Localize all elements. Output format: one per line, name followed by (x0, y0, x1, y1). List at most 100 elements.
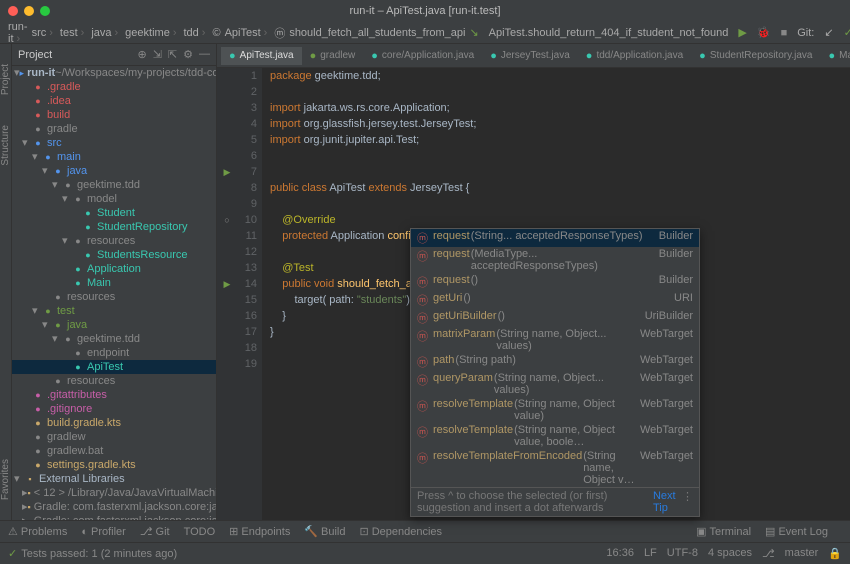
debug-button[interactable]: 🐞 (757, 26, 771, 39)
tree-item[interactable]: ▸▪Gradle: com.fasterxml.jackson.core:jac… (12, 514, 216, 520)
tree-item[interactable]: ●gradlew (12, 430, 216, 444)
indent[interactable]: 4 spaces (708, 547, 752, 560)
target-icon[interactable]: ⊕ (137, 48, 146, 61)
breadcrumb-part[interactable]: java (91, 27, 121, 39)
run-button[interactable]: ▶ (738, 26, 746, 39)
hide-icon[interactable]: — (199, 48, 210, 61)
override-icon[interactable]: ○ (217, 212, 237, 228)
popup-menu-icon[interactable]: ⋮ (682, 490, 693, 514)
tree-item[interactable]: ●Main (12, 276, 216, 290)
breadcrumb-part[interactable]: tdd (183, 27, 208, 39)
tree-item[interactable]: ●.gitattributes (12, 388, 216, 402)
tree-item[interactable]: ●build.gradle.kts (12, 416, 216, 430)
collapse-icon[interactable]: ⇲ (153, 48, 162, 61)
tree-item[interactable]: ●gradle (12, 122, 216, 136)
tool-profiler[interactable]: ◐Profiler (81, 526, 126, 538)
tree-item[interactable]: ●Student (12, 206, 216, 220)
completion-item[interactable]: ⓜresolveTemplate(String name, Object val… (411, 397, 699, 423)
method-icon: ⓜ (417, 424, 428, 448)
tree-item[interactable]: ●resources (12, 374, 216, 388)
zoom-icon[interactable] (40, 6, 50, 16)
completion-item[interactable]: ⓜqueryParam(String name, Object... value… (411, 371, 699, 397)
tool-todo[interactable]: TODO (184, 526, 216, 538)
stop-button[interactable]: ■ (781, 27, 788, 39)
tree-item[interactable]: ▸▪Gradle: com.fasterxml.jackson.core:jac… (12, 500, 216, 514)
breadcrumb-part[interactable]: ApiTest (225, 27, 271, 39)
tree-item[interactable]: ▾●resources (12, 234, 216, 248)
breadcrumb-part[interactable]: should_fetch_all_students_from_api (289, 27, 465, 39)
encoding[interactable]: UTF-8 (667, 547, 698, 560)
tree-item[interactable]: ●.gradle (12, 80, 216, 94)
tree-item[interactable]: ▾●model (12, 192, 216, 206)
tree-item[interactable]: ▾●main (12, 150, 216, 164)
tool-endpoints[interactable]: ⊞Endpoints (229, 525, 290, 538)
tool-terminal[interactable]: ▣Terminal (696, 525, 751, 538)
editor-tab[interactable]: ●tdd/Application.java (578, 47, 691, 65)
completion-item[interactable]: ⓜresolveTemplate(String name, Object val… (411, 423, 699, 449)
git-commit-icon[interactable]: ✓ (844, 26, 850, 39)
tree-item[interactable]: ●StudentsResource (12, 248, 216, 262)
tree-item[interactable]: ▾●geektime.tdd (12, 178, 216, 192)
completion-item[interactable]: ⓜresolveTemplateFromEncoded(String name,… (411, 449, 699, 487)
completion-item[interactable]: ⓜrequest(String... acceptedResponseTypes… (411, 229, 699, 247)
line-ending[interactable]: LF (644, 547, 657, 560)
completion-item[interactable]: ⓜrequest(MediaType... acceptedResponseTy… (411, 247, 699, 273)
tool-favorites[interactable]: Favorites (0, 459, 11, 500)
tree-item[interactable]: ●endpoint (12, 346, 216, 360)
editor-tab[interactable]: ●ApiTest.java (221, 47, 302, 65)
close-icon[interactable] (8, 6, 18, 16)
project-title[interactable]: Project (18, 49, 52, 61)
tree-item[interactable]: ▾●java (12, 318, 216, 332)
tree-item[interactable]: ●resources (12, 290, 216, 304)
tool-project[interactable]: Project (0, 64, 11, 95)
popup-next-tip[interactable]: Next Tip (653, 490, 678, 514)
minimize-icon[interactable] (24, 6, 34, 16)
run-gutter-icon[interactable]: ▶ (217, 276, 237, 292)
breadcrumb-part[interactable]: run-it (8, 21, 28, 45)
tree-item[interactable]: ●.idea (12, 94, 216, 108)
completion-item[interactable]: ⓜpath(String path)WebTarget (411, 353, 699, 371)
tree-item[interactable]: ▾●java (12, 164, 216, 178)
tree-item[interactable]: ▸▪< 12 > /Library/Java/JavaVirtualMachin… (12, 486, 216, 500)
editor-tab[interactable]: ●core/Application.java (363, 47, 482, 65)
editor-tab[interactable]: ●JerseyTest.java (482, 47, 578, 65)
run-gutter-icon[interactable]: ▶ (217, 164, 237, 180)
tool-problems[interactable]: ⚠Problems (8, 525, 67, 538)
tree-item[interactable]: ●ApiTest (12, 360, 216, 374)
tool-git[interactable]: ⎇Git (140, 525, 170, 538)
breadcrumb-part[interactable]: src (32, 27, 56, 39)
breadcrumb-part[interactable]: test (60, 27, 87, 39)
event-log[interactable]: ▤Event Log (765, 525, 828, 538)
completion-item[interactable]: ⓜgetUri()URI (411, 291, 699, 309)
tool-dependencies[interactable]: ⊡Dependencies (360, 525, 443, 538)
tree-item[interactable]: ●Application (12, 262, 216, 276)
breadcrumb-part[interactable]: geektime (125, 27, 179, 39)
tool-structure[interactable]: Structure (0, 125, 11, 166)
editor-tab[interactable]: ●StudentRepository.java (691, 47, 820, 65)
tool-build[interactable]: 🔨Build (304, 525, 345, 538)
tree-item[interactable]: ●StudentRepository (12, 220, 216, 234)
project-panel: Project ⊕ ⇲ ⇱ ⚙ — ▾▸run-it ~/Workspaces/… (12, 44, 217, 520)
project-tree[interactable]: ▾▸run-it ~/Workspaces/my-projects/tdd-co… (12, 66, 216, 520)
method-icon: ⓜ (417, 450, 428, 486)
editor-tab[interactable]: ●Main.java (820, 47, 850, 65)
git-branch[interactable]: master (785, 547, 819, 560)
editor-tab[interactable]: ●gradlew (302, 47, 364, 65)
git-update-icon[interactable]: ↙ (824, 26, 833, 39)
tree-item[interactable]: ●build (12, 108, 216, 122)
completion-popup[interactable]: ⓜrequest(String... acceptedResponseTypes… (410, 228, 700, 517)
caret-pos[interactable]: 16:36 (606, 547, 634, 560)
lock-icon[interactable]: 🔒 (828, 547, 842, 560)
tree-item[interactable]: ▾●geektime.tdd (12, 332, 216, 346)
completion-item[interactable]: ⓜmatrixParam(String name, Object... valu… (411, 327, 699, 353)
tree-item[interactable]: ●gradlew.bat (12, 444, 216, 458)
tree-item[interactable]: ▾●src (12, 136, 216, 150)
gear-icon[interactable]: ⚙ (183, 48, 193, 61)
expand-icon[interactable]: ⇱ (168, 48, 177, 61)
tree-item[interactable]: ●.gitignore (12, 402, 216, 416)
tree-item[interactable]: ●settings.gradle.kts (12, 458, 216, 472)
completion-item[interactable]: ⓜrequest()Builder (411, 273, 699, 291)
run-config[interactable]: ApiTest.should_return_404_if_student_not… (489, 27, 729, 39)
tree-item[interactable]: ▾●test (12, 304, 216, 318)
completion-item[interactable]: ⓜgetUriBuilder()UriBuilder (411, 309, 699, 327)
